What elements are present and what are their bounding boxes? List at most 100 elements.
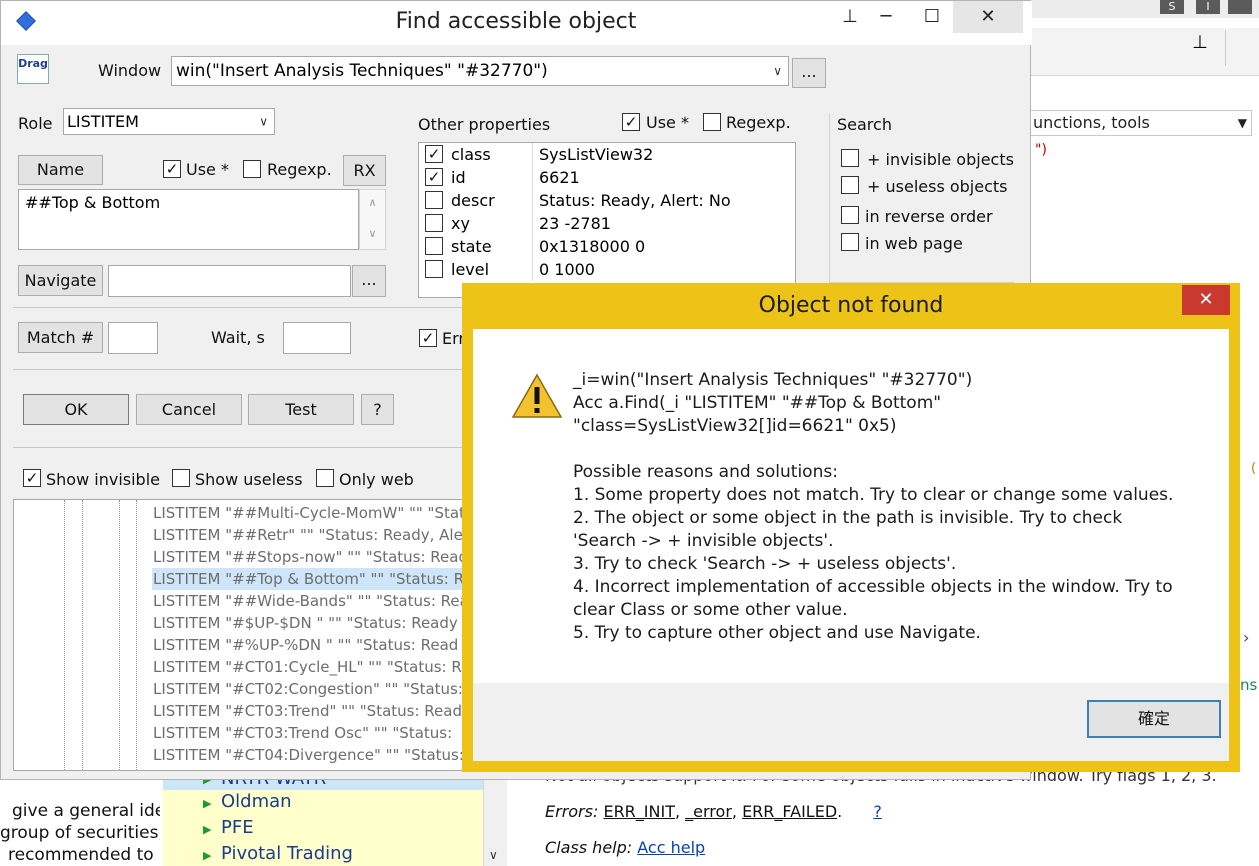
tree-item[interactable]: LISTITEM "#CT04:Divergence" "" "Status: (152, 744, 464, 766)
background-list-scrollbar[interactable]: ∨ (483, 770, 507, 866)
background-list[interactable]: ▶ NRTR WATR ▶ Oldman ▶ PFE ▶ Pivotal Tra… (163, 768, 483, 866)
class-help-link[interactable]: Acc help (637, 838, 705, 857)
error-checkbox[interactable]: ✓ (419, 329, 437, 347)
property-row[interactable]: ✓ class SysListView32 (419, 143, 795, 166)
property-value[interactable]: Status: Ready, Alert: No (539, 191, 731, 210)
tree-item[interactable]: LISTITEM "#CT03:Trend" "" "Status: Read (152, 700, 462, 722)
tree-item[interactable]: LISTITEM "##Wide-Bands" "" "Status: Rea (152, 590, 469, 612)
window-combo[interactable]: win("Insert Analysis Techniques" "#32770… (171, 56, 789, 86)
navigate-browse-button[interactable]: ... (352, 265, 386, 297)
tree-item-selected[interactable]: LISTITEM "##Top & Bottom" "" "Status: R (152, 568, 465, 590)
scroll-right-icon[interactable]: › (1243, 628, 1259, 648)
drag-target-icon[interactable]: Drag (17, 54, 49, 84)
message-line: _i=win("Insert Analysis Techniques" "#32… (573, 370, 973, 390)
close-icon[interactable]: ✕ (953, 1, 1023, 33)
window-browse-button[interactable]: ... (792, 58, 826, 88)
error-link[interactable]: _error (685, 802, 732, 821)
show-invisible-checkbox[interactable]: ✓ (23, 469, 41, 487)
property-checkbox[interactable]: ✓ (425, 145, 443, 163)
errors-help-link[interactable]: ? (873, 802, 882, 821)
match-button[interactable]: Match # (18, 322, 103, 353)
search-label: Search (837, 115, 892, 134)
navigate-button[interactable]: Navigate (18, 265, 103, 296)
background-list-item[interactable]: Oldman (221, 791, 292, 812)
web-page-label: in web page (865, 234, 963, 253)
other-regexp-checkbox[interactable] (703, 113, 721, 131)
show-useless-label: Show useless (195, 470, 303, 489)
role-combo[interactable]: LISTITEM ∨ (63, 108, 275, 135)
rx-button[interactable]: RX (343, 155, 386, 186)
message-line: 1. Some property does not match. Try to … (573, 485, 1174, 505)
name-scrollbar[interactable]: ∧ ∨ (359, 189, 386, 250)
tree-guide-line (136, 500, 137, 770)
chevron-down-icon[interactable]: ∨ (489, 848, 498, 862)
useless-objects-checkbox[interactable] (841, 176, 859, 194)
background-left-text: give a general ide group of securities, … (0, 800, 160, 866)
match-input[interactable] (108, 322, 158, 354)
message-line: 4. Incorrect implementation of accessibl… (573, 577, 1173, 597)
minimize-icon[interactable]: ─ (863, 1, 909, 33)
property-checkbox[interactable] (425, 237, 443, 255)
window-label: Window (98, 61, 162, 80)
background-toolbar-icon[interactable]: I (1196, 0, 1220, 14)
property-row[interactable]: descr Status: Ready, Alert: No (419, 189, 795, 212)
invisible-objects-checkbox[interactable] (841, 149, 859, 167)
property-row[interactable]: state 0x1318000 0 (419, 235, 795, 258)
name-textarea[interactable]: ##Top & Bottom (18, 189, 359, 250)
background-functions-combo[interactable]: unctions, tools ▼ (1030, 110, 1252, 136)
background-toolbar-icon[interactable] (1228, 0, 1252, 14)
cancel-button[interactable]: Cancel (136, 394, 242, 425)
expand-triangle-icon[interactable]: ▶ (203, 849, 211, 862)
property-value[interactable]: 23 -2781 (539, 214, 611, 233)
reverse-order-checkbox[interactable] (841, 206, 859, 224)
tree-item[interactable]: LISTITEM "##Retr" "" "Status: Ready, Ale (152, 524, 463, 546)
web-page-checkbox[interactable] (841, 233, 859, 251)
only-web-checkbox[interactable] (316, 469, 334, 487)
pin-icon[interactable]: ⊥ (1189, 32, 1211, 62)
tree-item[interactable]: LISTITEM "#CT01:Cycle_HL" "" "Status: R (152, 656, 462, 678)
property-value[interactable]: SysListView32 (539, 145, 653, 164)
object-tree[interactable]: LISTITEM "##Multi-Cycle-MomW" "" "Status… (13, 499, 471, 771)
property-row[interactable]: level 0 1000 (419, 258, 795, 281)
background-toolbar-icon[interactable]: S (1160, 0, 1184, 14)
property-row[interactable]: ✓ id 6621 (419, 166, 795, 189)
tree-item[interactable]: LISTITEM "##Multi-Cycle-MomW" "" "Status (152, 502, 470, 524)
tree-item[interactable]: LISTITEM "#CT03:Trend Osc" "" "Status: (152, 722, 452, 744)
property-checkbox[interactable] (425, 214, 443, 232)
wait-input[interactable] (283, 322, 351, 354)
property-row[interactable]: xy 23 -2781 (419, 212, 795, 235)
tree-item[interactable]: LISTITEM "#CT02:Congestion" "" "Status: (152, 678, 463, 700)
background-list-item[interactable]: PFE (221, 817, 254, 838)
property-value[interactable]: 0x1318000 0 (539, 237, 645, 256)
confirm-button[interactable]: 確定 (1087, 700, 1221, 738)
tree-item[interactable]: LISTITEM "##Stops-now" "" "Status: Read (152, 546, 468, 568)
other-use-checkbox[interactable]: ✓ (622, 113, 640, 131)
error-link[interactable]: ERR_INIT (603, 802, 675, 821)
property-value[interactable]: 0 1000 (539, 260, 595, 279)
maximize-icon[interactable]: ☐ (909, 1, 955, 33)
property-checkbox[interactable] (425, 260, 443, 278)
name-use-checkbox[interactable]: ✓ (163, 160, 181, 178)
name-button[interactable]: Name (18, 155, 103, 185)
tree-item[interactable]: LISTITEM "#$UP-$DN " "" "Status: Ready (152, 612, 458, 634)
property-checkbox[interactable] (425, 191, 443, 209)
property-checkbox[interactable]: ✓ (425, 168, 443, 186)
name-regexp-checkbox[interactable] (243, 160, 261, 178)
test-button[interactable]: Test (248, 394, 354, 425)
property-value[interactable]: 6621 (539, 168, 580, 187)
scroll-down-icon[interactable]: ∨ (360, 227, 385, 240)
scroll-up-icon[interactable]: ∧ (360, 196, 385, 209)
close-icon[interactable]: ✕ (1182, 285, 1230, 315)
show-useless-checkbox[interactable] (172, 469, 190, 487)
navigate-input[interactable] (108, 265, 351, 297)
tree-item[interactable]: LISTITEM "#%UP-%DN " "" "Status: Read (152, 634, 458, 656)
error-link[interactable]: ERR_FAILED (742, 802, 837, 821)
properties-grid[interactable]: ✓ class SysListView32 ✓ id 6621 descr St… (418, 142, 796, 298)
dialog-titlebar[interactable]: Find accessible object ⊥ ─ ☐ ✕ (1, 1, 1032, 45)
background-list-item[interactable]: Pivotal Trading (221, 843, 353, 864)
expand-triangle-icon[interactable]: ▶ (203, 797, 211, 810)
background-code-text: ") (1035, 142, 1047, 158)
help-button[interactable]: ? (361, 394, 394, 425)
expand-triangle-icon[interactable]: ▶ (203, 823, 211, 836)
ok-button[interactable]: OK (23, 394, 129, 425)
